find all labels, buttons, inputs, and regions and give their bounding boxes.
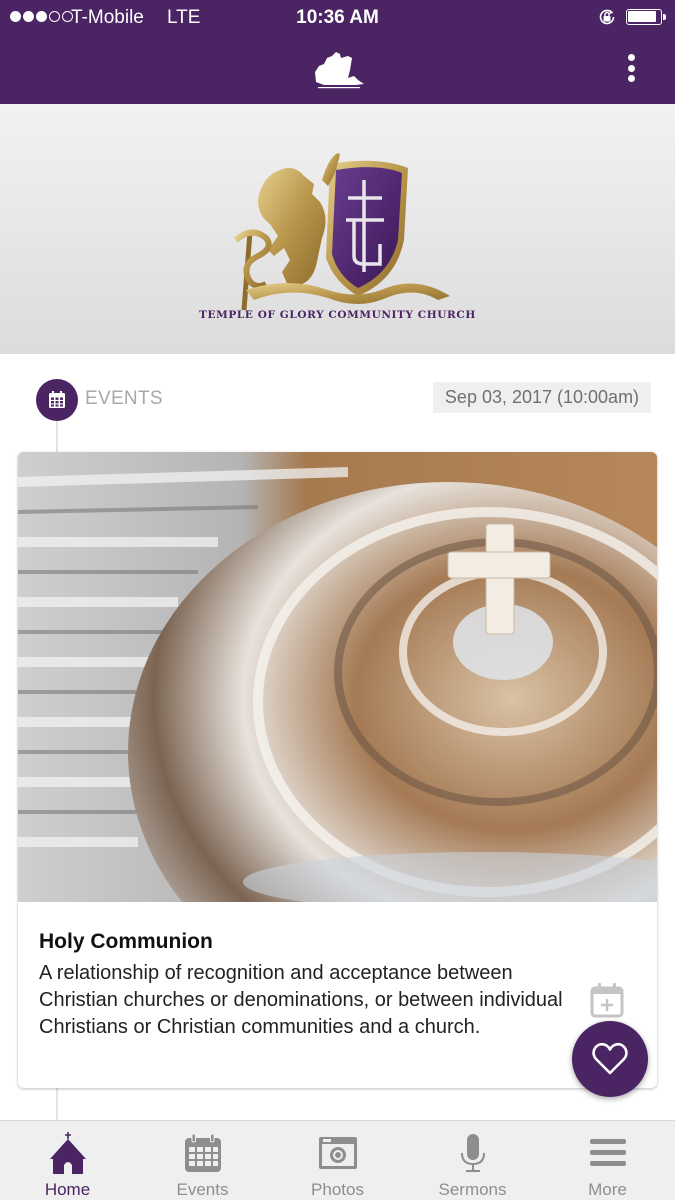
events-section-badge (36, 379, 78, 421)
tab-label: Photos (311, 1180, 364, 1199)
church-icon (49, 1132, 86, 1174)
bottom-tab-bar: Home Events Photos Sermons More (0, 1120, 675, 1200)
camera-icon (318, 1137, 357, 1169)
event-description: A relationship of recognition and accept… (39, 962, 563, 1038)
add-to-calendar-icon[interactable] (590, 982, 624, 1018)
tab-sermons[interactable]: Sermons (405, 1121, 540, 1200)
church-crest-logo (234, 153, 450, 311)
tab-more[interactable]: More (540, 1121, 675, 1200)
tab-label: Home (44, 1180, 91, 1199)
church-name: TEMPLE OF GLORY COMMUNITY CHURCH (199, 309, 476, 321)
calendar-icon (184, 1133, 221, 1172)
tab-label: More (588, 1180, 627, 1199)
calendar-icon (49, 391, 65, 408)
status-bar: T-Mobile LTE 10:36 AM (0, 0, 675, 34)
event-card[interactable]: Holy Communion A relationship of recogni… (18, 452, 657, 1088)
event-title[interactable]: Holy Communion (39, 930, 213, 954)
tab-home[interactable]: Home (0, 1121, 135, 1200)
tab-label: Events (176, 1180, 229, 1199)
section-label: EVENTS (85, 388, 163, 409)
battery-icon (626, 9, 666, 25)
church-logo-icon[interactable] (310, 48, 366, 90)
church-banner: TEMPLE OF GLORY COMMUNITY CHURCH (0, 104, 675, 354)
event-date: Sep 03, 2017 (10:00am) (433, 382, 651, 413)
hamburger-icon (589, 1139, 626, 1166)
favorite-button[interactable] (572, 1021, 648, 1097)
tab-events[interactable]: Events (135, 1121, 270, 1200)
rotation-lock-icon (599, 9, 615, 25)
more-options-button[interactable] (620, 52, 642, 84)
tab-label: Sermons (438, 1180, 507, 1199)
heart-icon (592, 1042, 628, 1075)
tab-photos[interactable]: Photos (270, 1121, 405, 1200)
top-bar: T-Mobile LTE 10:36 AM (0, 0, 675, 104)
clock: 10:36 AM (296, 7, 379, 28)
event-photo (18, 452, 657, 902)
microphone-icon (460, 1134, 485, 1172)
